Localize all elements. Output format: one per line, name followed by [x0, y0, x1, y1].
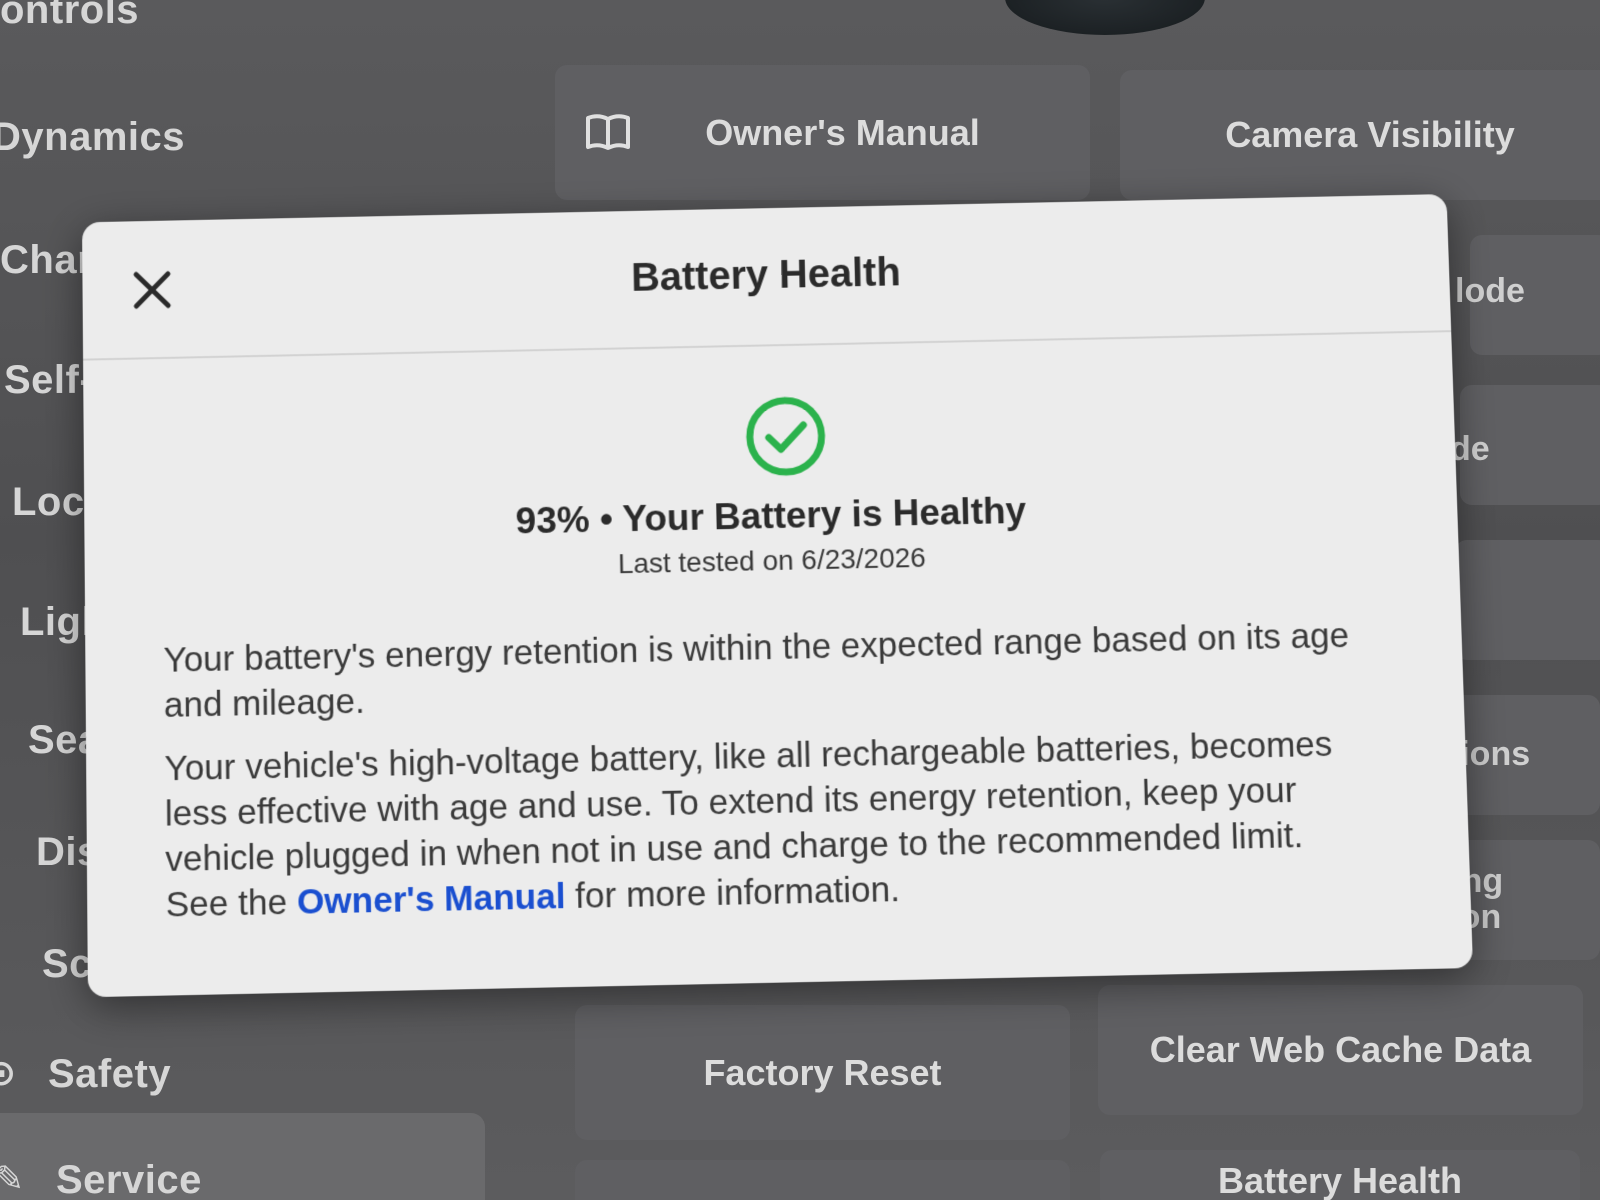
sidebar-item-service[interactable]: Service: [56, 1158, 202, 1200]
screen: ontrols Dynamics Char Self- Lock Light S…: [0, 0, 1600, 1200]
sidebar-item-charging[interactable]: Char: [0, 238, 93, 283]
owners-manual-label: Owner's Manual: [705, 111, 980, 153]
wrench-icon: ✎: [0, 1158, 25, 1199]
battery-health-label: Battery Health: [1217, 1160, 1463, 1200]
battery-health-dialog: Battery Health 93% • Your Battery is Hea…: [82, 194, 1474, 998]
clear-web-cache-label: Clear Web Cache Data: [1149, 1029, 1532, 1070]
factory-reset-label: Factory Reset: [703, 1051, 942, 1093]
health-percent: 93%: [515, 499, 590, 542]
sidebar-item-self-driving[interactable]: Self-: [4, 358, 93, 403]
service-tile-bottom-left[interactable]: [575, 1160, 1070, 1200]
advice-paragraph: Your vehicle's high-voltage battery, lik…: [164, 721, 1373, 928]
tile-fragment-mode: lode: [1455, 272, 1525, 310]
camera-visibility-button[interactable]: Camera Visibility: [1120, 70, 1600, 200]
sidebar-item-dynamics[interactable]: Dynamics: [0, 115, 185, 160]
safety-icon: ⊙: [0, 1052, 17, 1093]
advice-text-end: for more information.: [565, 869, 901, 917]
sidebar-item-controls[interactable]: ontrols: [0, 0, 139, 33]
sidebar-item-safety[interactable]: Safety: [48, 1052, 171, 1097]
dialog-title: Battery Health: [630, 250, 902, 300]
tile-fragment-de: de: [1450, 430, 1490, 468]
dialog-header: Battery Health: [82, 194, 1452, 361]
camera-visibility-label: Camera Visibility: [1225, 114, 1515, 155]
owners-manual-button[interactable]: Owner's Manual: [555, 65, 1090, 200]
camera-housing: [1005, 0, 1205, 35]
retention-paragraph: Your battery's energy retention is withi…: [163, 615, 1350, 725]
book-icon: [586, 114, 630, 150]
check-circle-icon: [744, 395, 827, 478]
status-separator: •: [599, 498, 614, 540]
tile-edge-3[interactable]: [1455, 540, 1600, 660]
battery-health-button[interactable]: Battery Health: [1100, 1150, 1580, 1200]
status-text: Your Battery is Healthy: [622, 489, 1027, 540]
clear-web-cache-button[interactable]: Clear Web Cache Data: [1098, 985, 1583, 1115]
owners-manual-link[interactable]: Owner's Manual: [297, 877, 566, 922]
factory-reset-button[interactable]: Factory Reset: [575, 1005, 1070, 1140]
